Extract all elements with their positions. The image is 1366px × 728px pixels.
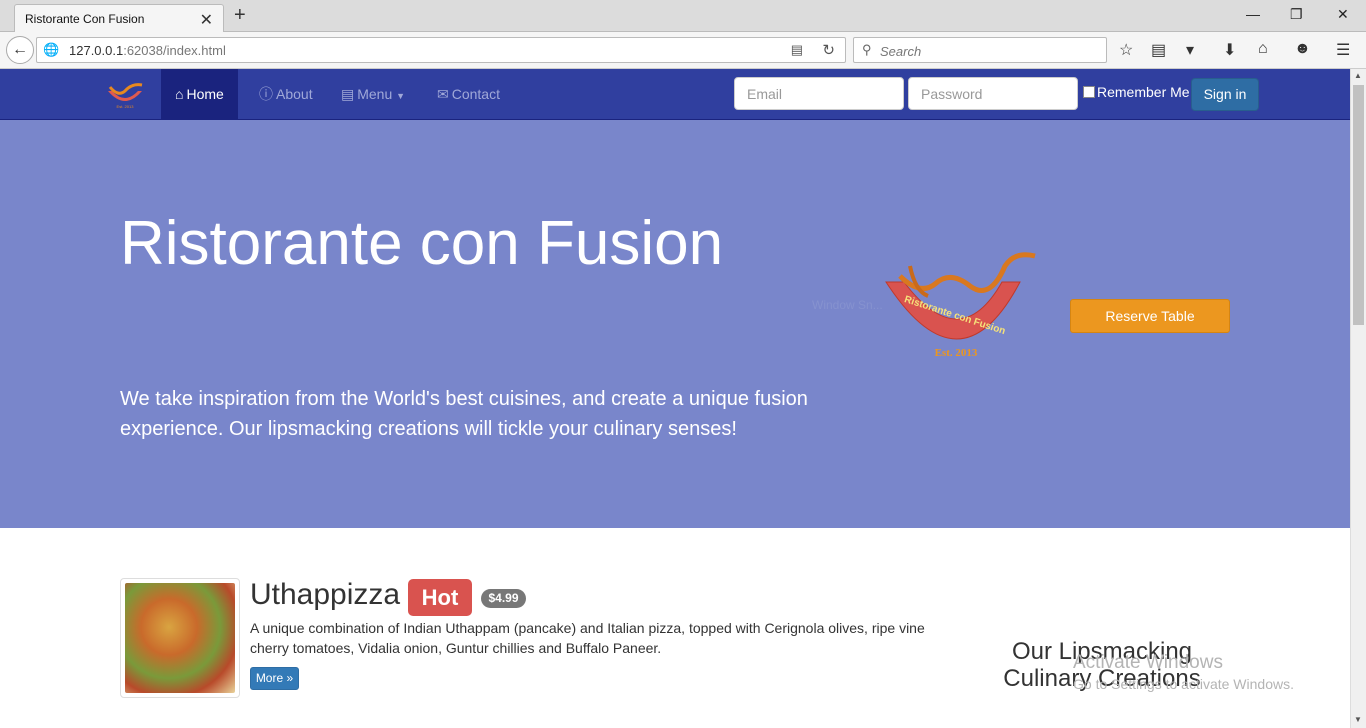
download-icon[interactable]: ⬇ xyxy=(1223,40,1236,60)
list-icon: ▤ xyxy=(341,86,355,102)
dish-thumbnail[interactable] xyxy=(120,578,240,698)
hot-badge: Hot xyxy=(408,579,472,616)
dish-description: A unique combination of Indian Uthappam … xyxy=(250,620,925,656)
jumbotron: Ristorante con Fusion Window Sn... Risto… xyxy=(0,120,1350,528)
site-navbar: Est. 2013 ⌂ Home ⓘ About ▤ Menu ▼ ✉ Contact … xyxy=(0,69,1350,120)
scrollbar-thumb[interactable] xyxy=(1353,85,1364,325)
page-scrollbar[interactable]: ▲ ▼ xyxy=(1350,69,1366,728)
info-icon: ⓘ xyxy=(259,86,273,102)
pocket-icon[interactable]: ▾ xyxy=(1186,40,1194,60)
home-icon: ⌂ xyxy=(175,86,184,102)
remember-checkbox[interactable] xyxy=(1083,86,1095,98)
caret-down-icon: ▼ xyxy=(396,91,406,101)
url-path: :62038/index.html xyxy=(123,43,226,58)
reading-list-icon[interactable]: ▤ xyxy=(1151,40,1166,60)
scroll-down-icon[interactable]: ▼ xyxy=(1354,715,1362,724)
activate-windows-subtitle: Go to Settings to activate Windows. xyxy=(1073,676,1294,692)
home-button-icon[interactable]: ⌂ xyxy=(1258,40,1268,58)
remember-me[interactable]: Remember Me xyxy=(1083,84,1190,100)
tab-close-icon[interactable]: ✕ xyxy=(200,10,213,30)
hamburger-menu-icon[interactable]: ☰ xyxy=(1336,40,1350,60)
nav-home[interactable]: ⌂ Home xyxy=(161,69,238,119)
globe-icon: 🌐 xyxy=(43,42,60,57)
address-bar[interactable]: 🌐 127.0.0.1:62038/index.html ▤ ↻ xyxy=(36,37,846,63)
logo-est: Est. 2013 xyxy=(935,347,978,359)
reserve-table-button[interactable]: Reserve Table xyxy=(1070,299,1230,333)
reader-view-icon[interactable]: ▤ xyxy=(791,42,803,58)
nav-menu-label: Menu xyxy=(357,86,393,102)
price-badge: $4.99 xyxy=(481,589,526,608)
browser-tab-bar: Ristorante Con Fusion ✕ + — ❐ ✕ xyxy=(0,0,1366,32)
restaurant-logo: Ristorante con Fusion Est. 2013 xyxy=(885,252,1036,359)
smiley-icon[interactable]: ☻ xyxy=(1294,40,1311,58)
remember-label: Remember Me xyxy=(1097,84,1190,100)
nav-home-label: Home xyxy=(186,86,224,102)
url-host: 127.0.0.1 xyxy=(69,43,124,58)
jumbotron-title: Ristorante con Fusion xyxy=(120,209,724,278)
more-button[interactable]: More » xyxy=(250,667,299,690)
restore-icon[interactable]: ❐ xyxy=(1290,6,1303,23)
jumbotron-text: We take inspiration from the World's bes… xyxy=(120,388,808,440)
new-tab-icon[interactable]: + xyxy=(234,4,246,27)
nav-menu[interactable]: ▤ Menu ▼ xyxy=(327,69,419,119)
back-arrow-icon[interactable]: ← xyxy=(6,36,34,64)
pizza-image xyxy=(125,583,235,693)
search-placeholder: Search xyxy=(880,44,922,59)
tab-title: Ristorante Con Fusion xyxy=(25,12,145,26)
nav-contact[interactable]: ✉ Contact xyxy=(423,69,514,119)
nav-contact-label: Contact xyxy=(451,86,500,102)
email-input[interactable]: Email xyxy=(734,77,904,110)
search-icon: ⚲ xyxy=(862,42,872,57)
snip-watermark: Window Sn... xyxy=(812,298,883,312)
window-close-icon[interactable]: ✕ xyxy=(1337,6,1349,23)
browser-search-input[interactable]: ⚲ Search xyxy=(853,37,1107,63)
dish-name: Uthappizza xyxy=(250,578,401,611)
nav-about-label: About xyxy=(276,86,313,102)
brand-logo[interactable]: Est. 2013 xyxy=(104,77,146,111)
activate-windows-title: Activate Windows xyxy=(1073,652,1223,673)
bookmark-star-icon[interactable]: ☆ xyxy=(1119,40,1133,60)
url-text: 127.0.0.1:62038/index.html xyxy=(69,43,226,58)
browser-tab[interactable]: Ristorante Con Fusion ✕ xyxy=(14,4,224,32)
browser-toolbar: ← 🌐 127.0.0.1:62038/index.html ▤ ↻ ⚲ Sea… xyxy=(0,32,1366,69)
reload-icon[interactable]: ↻ xyxy=(822,41,835,59)
minimize-icon[interactable]: — xyxy=(1246,6,1260,22)
nav-about[interactable]: ⓘ About xyxy=(245,69,327,119)
password-input[interactable]: Password xyxy=(908,77,1078,110)
envelope-icon: ✉ xyxy=(437,86,449,102)
svg-text:Est. 2013: Est. 2013 xyxy=(117,104,135,109)
sign-in-button[interactable]: Sign in xyxy=(1191,78,1259,111)
scroll-up-icon[interactable]: ▲ xyxy=(1354,71,1362,80)
